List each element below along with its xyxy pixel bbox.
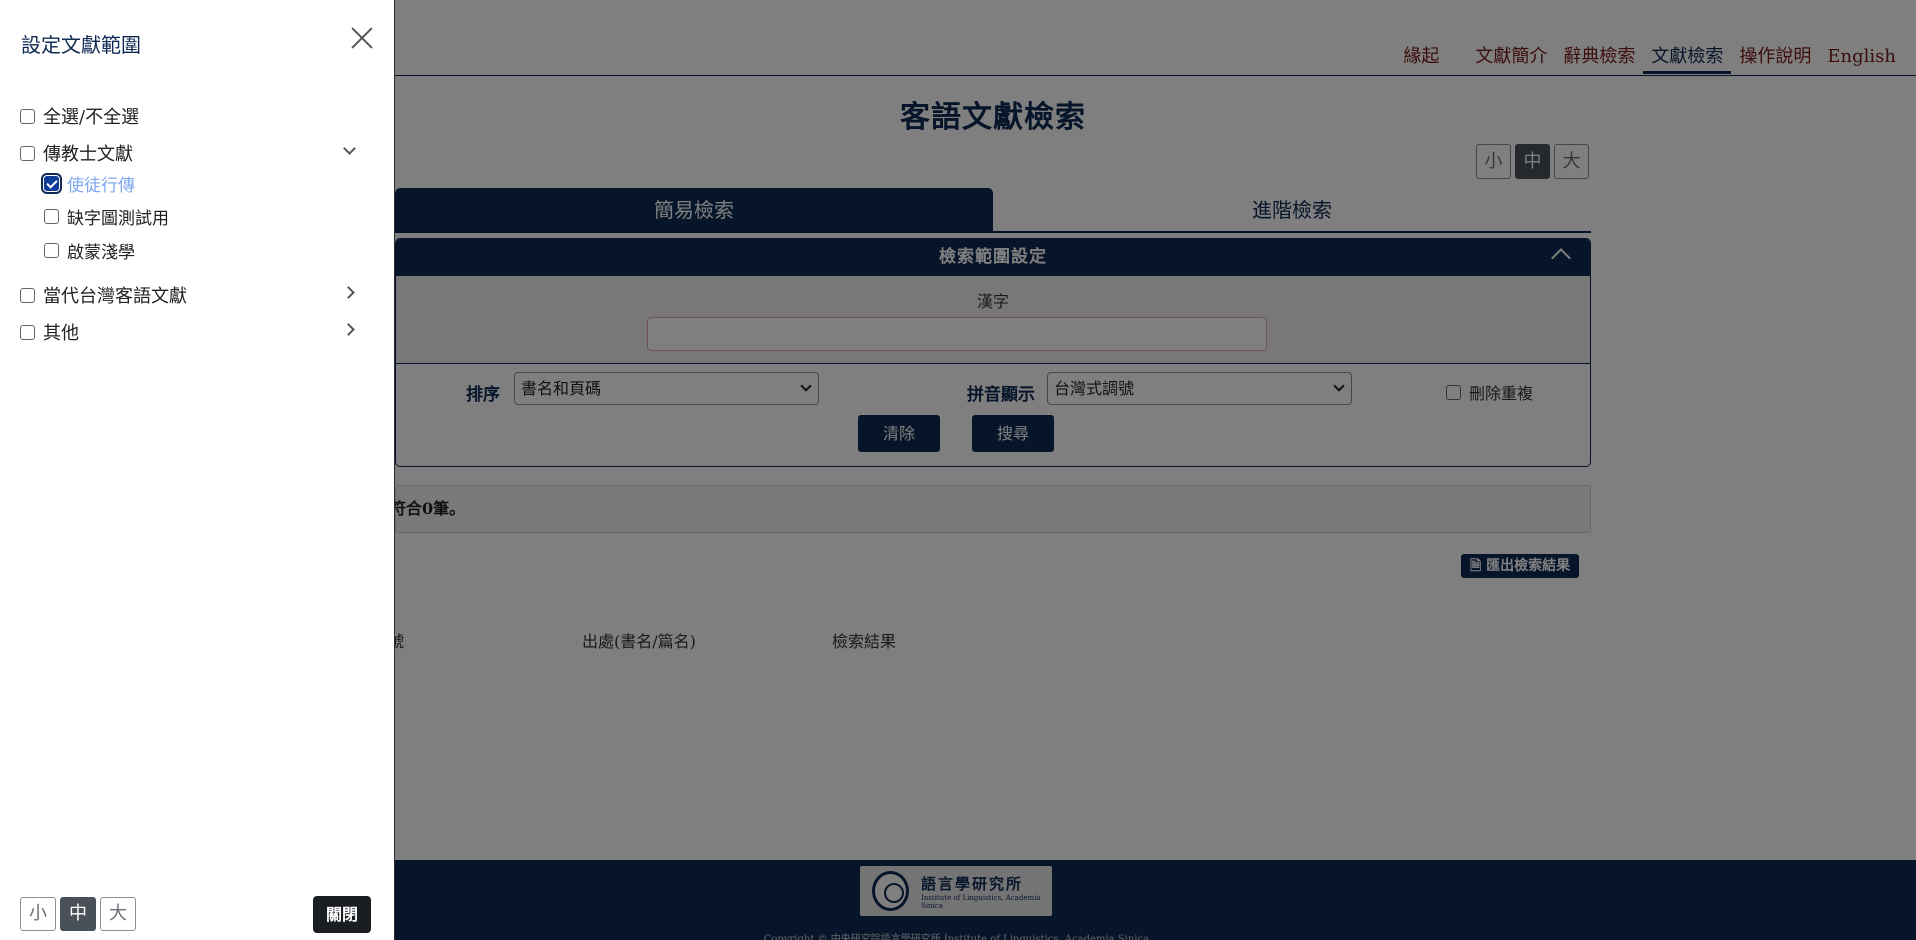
font-size-medium-button[interactable]: 中 (60, 897, 96, 931)
tree-item-label: 缺字圖測試用 (67, 209, 169, 229)
tree-item-checkbox[interactable] (44, 209, 59, 224)
font-size-small-button[interactable]: 小 (20, 897, 56, 931)
drawer-font-size-switcher: 小 中 大 (20, 897, 136, 931)
tree-item-checkbox[interactable] (41, 173, 62, 194)
literature-scope-drawer: 設定文獻範圍 全選/不全選 傳教士文獻 使徒行傳 缺字圖測試用 啟蒙淺學 當代台… (0, 0, 395, 940)
tree-group-other[interactable]: 其他 (20, 319, 79, 345)
tree-group-checkbox[interactable] (20, 324, 35, 340)
select-all-option[interactable]: 全選/不全選 (20, 103, 139, 129)
select-all-label: 全選/不全選 (43, 107, 140, 128)
tree-item-enlightenment[interactable]: 啟蒙淺學 (44, 238, 135, 263)
tree-group-label: 傳教士文獻 (43, 144, 133, 165)
select-all-checkbox[interactable] (20, 108, 35, 124)
tree-group-missionary[interactable]: 傳教士文獻 (20, 140, 133, 166)
drawer-title: 設定文獻範圍 (21, 33, 141, 57)
chevron-right-icon[interactable] (342, 323, 355, 336)
tree-group-label: 當代台灣客語文獻 (43, 286, 187, 307)
chevron-down-icon[interactable] (343, 142, 356, 155)
tree-item-label: 啟蒙淺學 (67, 243, 135, 263)
close-icon[interactable] (350, 26, 374, 50)
tree-item-acts[interactable]: 使徒行傳 (41, 171, 135, 196)
tree-item-label: 使徒行傳 (67, 176, 135, 196)
close-button[interactable]: 關閉 (313, 896, 371, 933)
chevron-right-icon[interactable] (342, 286, 355, 299)
tree-item-missing-char-test[interactable]: 缺字圖測試用 (44, 204, 169, 229)
tree-group-contemporary[interactable]: 當代台灣客語文獻 (20, 282, 187, 308)
tree-group-checkbox[interactable] (20, 145, 35, 161)
font-size-large-button[interactable]: 大 (100, 897, 136, 931)
tree-item-checkbox[interactable] (44, 243, 59, 258)
tree-group-checkbox[interactable] (20, 287, 35, 303)
tree-group-label: 其他 (43, 323, 79, 344)
